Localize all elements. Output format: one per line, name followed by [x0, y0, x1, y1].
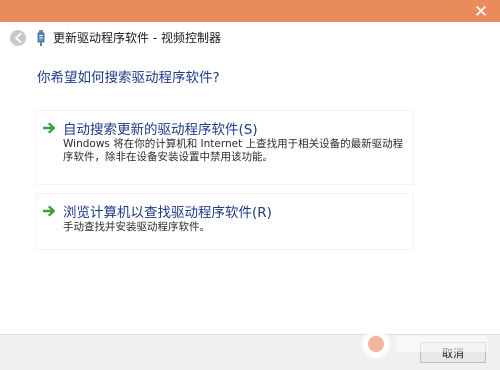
option-title: 浏览计算机以查找驱动程序软件(R)	[63, 205, 272, 221]
close-button[interactable]: ✕	[466, 2, 496, 22]
option-browse-computer[interactable]: 浏览计算机以查找驱动程序软件(R) 手动查找并安装驱动程序软件。	[36, 193, 414, 250]
cancel-button[interactable]: 取消	[420, 342, 486, 363]
green-arrow-icon	[43, 205, 55, 217]
option-description: Windows 将在你的计算机和 Internet 上查找用于相关设备的最新驱动…	[63, 138, 404, 163]
window-title: 更新驱动程序软件 - 视频控制器	[53, 31, 221, 45]
green-arrow-icon	[43, 122, 55, 134]
page-question: 你希望如何搜索驱动程序软件?	[37, 70, 220, 86]
update-driver-dialog: ✕ 更新驱动程序软件 - 视频控制器 你希望如何搜索驱动程序软件? 自动搜索更新…	[0, 0, 500, 370]
close-icon: ✕	[473, 2, 489, 22]
option-description: 手动查找并安装驱动程序软件。	[63, 221, 210, 233]
device-icon	[37, 30, 45, 46]
option-auto-search[interactable]: 自动搜索更新的驱动程序软件(S) Windows 将在你的计算机和 Intern…	[36, 110, 414, 185]
back-button[interactable]	[10, 30, 26, 46]
back-arrow-icon	[15, 33, 22, 43]
option-title: 自动搜索更新的驱动程序软件(S)	[63, 122, 258, 138]
